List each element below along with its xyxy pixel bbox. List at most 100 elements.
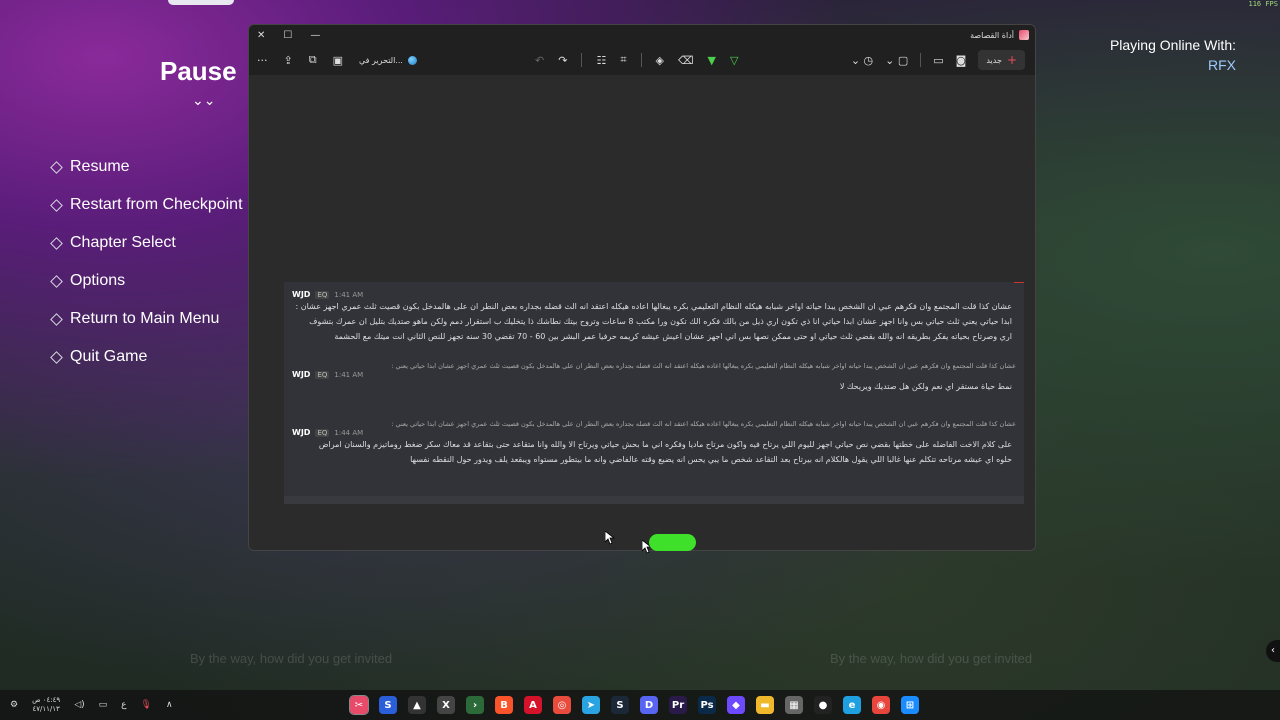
username: WJD xyxy=(292,428,311,437)
menu-item-restart-checkpoint[interactable]: Restart from Checkpoint xyxy=(50,186,243,224)
diamond-icon xyxy=(50,312,63,326)
user-tag: EQ xyxy=(315,290,330,299)
clock-time: ٠٤:٤٩ ص xyxy=(32,696,61,704)
user-tag: EQ xyxy=(315,370,330,379)
more-options-button[interactable]: ··· xyxy=(257,54,268,67)
top-tab xyxy=(168,0,234,5)
menu-item-quit-game[interactable]: Quit Game xyxy=(50,338,243,376)
app-red-icon[interactable]: ◎ xyxy=(553,696,571,714)
microphone-icon[interactable]: 🎙 xyxy=(141,700,152,710)
epic-games-icon[interactable]: ▲ xyxy=(408,696,426,714)
system-tray: ⚙ ٠٤:٤٩ ص ٤٧/١١/١٣ ◁) ▭ ع 🎙 ∧ xyxy=(10,696,173,714)
language-indicator[interactable]: ع xyxy=(121,700,126,710)
settings-gear-icon[interactable]: ⚙ xyxy=(10,700,18,710)
chat-input-strip xyxy=(284,496,1024,504)
stream-deck-icon[interactable]: S xyxy=(379,696,397,714)
app-title-label: أداة القصاصة xyxy=(970,30,1014,40)
edit-in-label: التحرير في... xyxy=(358,55,403,65)
timestamp: 1:41 AM xyxy=(334,290,364,299)
close-button[interactable]: ✕ xyxy=(257,30,265,41)
text-actions-icon[interactable]: ☷ xyxy=(596,54,606,67)
premiere-icon[interactable]: Pr xyxy=(669,696,687,714)
reply-text: عشان كذا قلت المجتمع وان فكرهم عبي ان ال… xyxy=(391,362,1016,370)
separator xyxy=(581,53,583,67)
chat-message: عشان كذا قلت المجتمع وان فكرهم عبي ان ال… xyxy=(284,362,1024,394)
menu-item-options[interactable]: Options xyxy=(50,262,243,300)
start-icon[interactable]: ⊞ xyxy=(901,696,919,714)
adobe-icon[interactable]: A xyxy=(524,696,542,714)
video-mode-icon[interactable]: ▭ xyxy=(933,54,943,67)
store-icon[interactable]: ▦ xyxy=(785,696,803,714)
menu-item-main-menu[interactable]: Return to Main Menu xyxy=(50,300,243,338)
discord-icon[interactable]: D xyxy=(640,696,658,714)
message-meta: WJD EQ 1:41 AM xyxy=(284,370,1024,379)
diamond-icon xyxy=(50,350,63,364)
brave-icon[interactable]: B xyxy=(495,696,513,714)
save-icon[interactable]: ▣ xyxy=(333,54,343,67)
undo-icon[interactable]: ↶ xyxy=(535,54,544,67)
app-title: أداة القصاصة xyxy=(970,30,1029,40)
file-explorer-icon[interactable]: ▬ xyxy=(756,696,774,714)
message-line: ابدا حياتي يعني ثلث حياتي بس وانا اجهز ع… xyxy=(309,317,1012,326)
maximize-button[interactable]: ☐ xyxy=(283,30,292,41)
edit-in-button[interactable]: التحرير في... xyxy=(358,55,417,65)
volume-icon[interactable]: ◁) xyxy=(74,700,84,710)
message-line: اري وصرتاح بحياته يفكر بطريقه انه والله … xyxy=(334,332,1012,341)
menu-item-label: Restart from Checkpoint xyxy=(70,196,243,213)
chevron-down-icon: ⌄⌄ xyxy=(192,93,216,109)
taskbar-apps: ✂ S ▲ X › B A ◎ ➤ S D Pr Ps ◆ ▬ ▦ ● e ◉ ⊞ xyxy=(349,695,919,715)
online-label: Playing Online With: xyxy=(1109,37,1236,53)
clock[interactable]: ٠٤:٤٩ ص ٤٧/١١/١٣ xyxy=(32,696,60,714)
window-controls: ✕ ☐ — xyxy=(257,30,320,41)
highlighter-icon[interactable]: ▼ xyxy=(708,54,716,67)
delay-timer-icon[interactable]: ⌄ ◷ xyxy=(851,54,873,67)
copy-icon[interactable]: ⧉ xyxy=(309,53,317,67)
snip-mode-icon[interactable]: ⌄ ▢ xyxy=(885,54,908,67)
taskbar: ⚙ ٠٤:٤٩ ص ٤٧/١١/١٣ ◁) ▭ ع 🎙 ∧ ✂ S ▲ X › B A ◎ ➤ S… xyxy=(0,690,1280,720)
photoshop-icon[interactable]: Ps xyxy=(698,696,716,714)
eraser-icon[interactable]: ⌫ xyxy=(678,54,694,67)
username: WJD xyxy=(292,290,311,299)
menu-item-label: Options xyxy=(70,272,126,289)
chrome-icon[interactable]: ◉ xyxy=(872,696,890,714)
pen-icon[interactable]: ▽ xyxy=(730,54,738,67)
edge-icon[interactable]: e xyxy=(843,696,861,714)
pause-menu: Resume Restart from Checkpoint Chapter S… xyxy=(50,148,243,376)
online-status: Playing Online With: RFX xyxy=(1110,37,1236,73)
telegram-icon[interactable]: ➤ xyxy=(582,696,600,714)
globe-icon xyxy=(407,55,417,65)
x-app-icon[interactable]: X xyxy=(437,696,455,714)
new-snip-button[interactable]: جديد + xyxy=(978,50,1025,70)
timestamp: 1:44 AM xyxy=(334,428,364,437)
camera-mode-icon[interactable]: ◙ xyxy=(956,54,967,67)
message-line: نمط حياة مستقر اي نعم ولكن هل صتديك ويري… xyxy=(839,382,1012,391)
chat-message: WJD EQ 1:41 AM عشان كذا قلت المجتمع وان … xyxy=(284,290,1024,344)
pause-title: Pause xyxy=(160,56,237,86)
crop-icon[interactable]: ⌗ xyxy=(620,53,626,67)
captured-image: WJD EQ 1:41 AM عشان كذا قلت المجتمع وان … xyxy=(284,282,1024,504)
timestamp: 1:41 AM xyxy=(334,370,364,379)
steam-icon[interactable]: S xyxy=(611,696,629,714)
shapes-icon[interactable]: ◈ xyxy=(656,54,664,67)
diamond-icon xyxy=(50,198,63,212)
reply-preview: عشان كذا قلت المجتمع وان فكرهم عبي ان ال… xyxy=(284,362,1024,370)
proton-icon[interactable]: ◆ xyxy=(727,696,745,714)
message-meta: WJD EQ 1:41 AM xyxy=(284,290,1024,299)
subtitle-left: By the way, how did you get invited xyxy=(190,651,393,666)
red-marker xyxy=(1014,282,1024,283)
share-icon[interactable]: ⇪ xyxy=(284,54,293,67)
snipping-tool-icon[interactable]: ✂ xyxy=(349,695,369,715)
toolbar: ··· ⇪ ⧉ ▣ التحرير في... ↶ ↷ ☷ ⌗ ◈ ⌫ ▼ ▽ … xyxy=(249,45,1035,75)
title-bar: ✕ ☐ — أداة القصاصة xyxy=(249,25,1035,45)
username: WJD xyxy=(292,370,311,379)
chat-message: عشان كذا قلت المجتمع وان فكرهم عبي ان ال… xyxy=(284,420,1024,467)
reply-text: عشان كذا قلت المجتمع وان فكرهم عبي ان ال… xyxy=(391,420,1016,428)
redo-icon[interactable]: ↷ xyxy=(558,54,567,67)
menu-item-resume[interactable]: Resume xyxy=(50,148,243,186)
network-icon[interactable]: ▭ xyxy=(99,700,108,710)
terminal-icon[interactable]: › xyxy=(466,696,484,714)
menu-item-chapter-select[interactable]: Chapter Select xyxy=(50,224,243,262)
chevron-up-icon[interactable]: ∧ xyxy=(166,700,173,710)
github-icon[interactable]: ● xyxy=(814,696,832,714)
minimize-button[interactable]: — xyxy=(310,30,320,41)
